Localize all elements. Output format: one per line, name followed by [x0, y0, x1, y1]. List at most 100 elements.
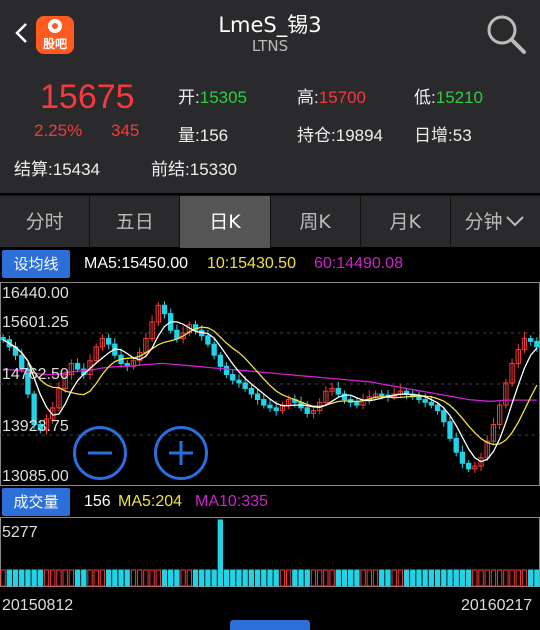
volume-value: 156: [199, 126, 229, 145]
volume-bar: [304, 569, 310, 587]
prev-settle-value: 15330: [189, 160, 238, 179]
position-field: 持仓:19894: [297, 121, 383, 146]
open-value: 15305: [199, 88, 248, 107]
volume-bar: [348, 569, 354, 587]
volume-bar: [422, 569, 428, 587]
volume-bar: [434, 569, 441, 587]
set-ma-button[interactable]: 设均线: [2, 250, 70, 278]
volume-bar: [459, 569, 466, 587]
volume-bar: [199, 569, 205, 587]
tab-five-day[interactable]: 五日: [90, 196, 181, 248]
volume-chart[interactable]: [0, 517, 540, 587]
tab-weekly-k[interactable]: 周K: [271, 196, 361, 248]
volume-bar: [335, 569, 341, 587]
volume-bar: [534, 569, 540, 587]
candle-down: [428, 401, 435, 406]
candle-down: [236, 379, 242, 384]
volume-bar: [521, 569, 528, 587]
volume-bar: [149, 569, 155, 587]
volume-bar: [354, 569, 360, 587]
open-label: 开:: [178, 88, 200, 107]
back-chevron-icon[interactable]: [10, 18, 34, 48]
volume-bar: [68, 569, 75, 587]
ma5-legend: MA5:15450.00: [84, 255, 189, 272]
candle-down: [528, 338, 534, 342]
volume-bar: [155, 569, 161, 587]
price-axis-label-0: 16440.00: [2, 285, 69, 302]
logo-text: 股吧: [42, 37, 67, 51]
period-tabs: 分时 五日 日K 周K 月K 分钟: [0, 195, 540, 248]
volume-bar: [292, 569, 298, 587]
volume-bar: [143, 569, 149, 587]
tab-minute-label: 分钟: [464, 211, 503, 233]
volume-bar: [316, 569, 323, 587]
volume-bar: [478, 569, 484, 587]
bottom-tab-handle[interactable]: [230, 620, 310, 630]
volume-bar: [397, 569, 404, 587]
volume-bar: [465, 569, 472, 587]
open-field: 开:15305: [178, 83, 247, 108]
volume-bar: [341, 569, 348, 587]
volume-bar: [285, 569, 292, 587]
high-field: 高:15700: [297, 83, 366, 108]
last-price: 15675: [40, 78, 135, 116]
volume-ma10: MA10:335: [195, 493, 268, 510]
candle-down: [174, 329, 180, 340]
volume-bar: [254, 569, 261, 587]
volume-indicator-button[interactable]: 成交量: [2, 488, 70, 516]
volume-bar: [366, 569, 372, 587]
daily-increase-value: 53: [452, 126, 472, 145]
price-axis-label-1: 15601.25: [2, 314, 69, 331]
zoom-in-button[interactable]: [154, 426, 208, 480]
candle-down: [416, 396, 422, 401]
volume-bar: [192, 569, 199, 587]
candle-down: [441, 410, 447, 423]
tab-minute[interactable]: 分钟: [451, 196, 540, 248]
settle-value: 15434: [52, 160, 101, 179]
volume-bar: [217, 519, 224, 587]
candle-down: [161, 304, 168, 315]
change-percent: 2.25%: [34, 121, 83, 140]
volume-bar: [453, 569, 459, 587]
candle-down: [465, 462, 472, 470]
chevron-down-icon: [504, 197, 526, 249]
volume-bar: [310, 569, 317, 587]
tab-monthly-k[interactable]: 月K: [361, 196, 451, 248]
tab-intraday[interactable]: 分时: [0, 196, 91, 248]
date-start: 20150812: [2, 597, 74, 614]
settle-field: 结算:15434: [14, 155, 100, 180]
candle-down: [335, 387, 341, 395]
volume-bar: [6, 569, 12, 587]
search-icon[interactable]: [484, 12, 528, 56]
volume-bar: [391, 569, 397, 587]
candle-down: [354, 401, 360, 406]
guba-logo-icon[interactable]: 股吧: [36, 16, 74, 54]
volume-bar: [0, 569, 6, 587]
candle-down: [205, 335, 211, 345]
candle-down: [534, 340, 540, 348]
change-value: 345: [111, 121, 140, 140]
candle-down: [447, 421, 453, 439]
candle-down: [422, 399, 428, 403]
candle-down: [273, 407, 279, 412]
volume-bar: [25, 569, 31, 587]
tab-daily-k[interactable]: 日K: [180, 196, 271, 248]
volume-bar: [515, 569, 521, 587]
volume-bar: [87, 569, 93, 587]
candle-down: [379, 393, 385, 397]
low-value: 15210: [435, 88, 484, 107]
volume-bar: [50, 569, 56, 587]
page-subtitle: LTNS: [251, 37, 289, 55]
candle-down: [223, 365, 230, 376]
date-end: 20160217: [461, 597, 533, 614]
candle-down: [230, 374, 236, 381]
volume-bar: [19, 569, 25, 587]
zoom-out-button[interactable]: [73, 426, 127, 480]
volume-bar: [428, 569, 435, 587]
volume-field: 量:156: [178, 121, 228, 146]
volume-bar: [360, 569, 366, 587]
volume-bar: [441, 569, 447, 587]
candle-down: [74, 363, 81, 370]
position-label: 持仓:: [297, 126, 336, 145]
volume-ma5: MA5:204: [118, 493, 183, 510]
